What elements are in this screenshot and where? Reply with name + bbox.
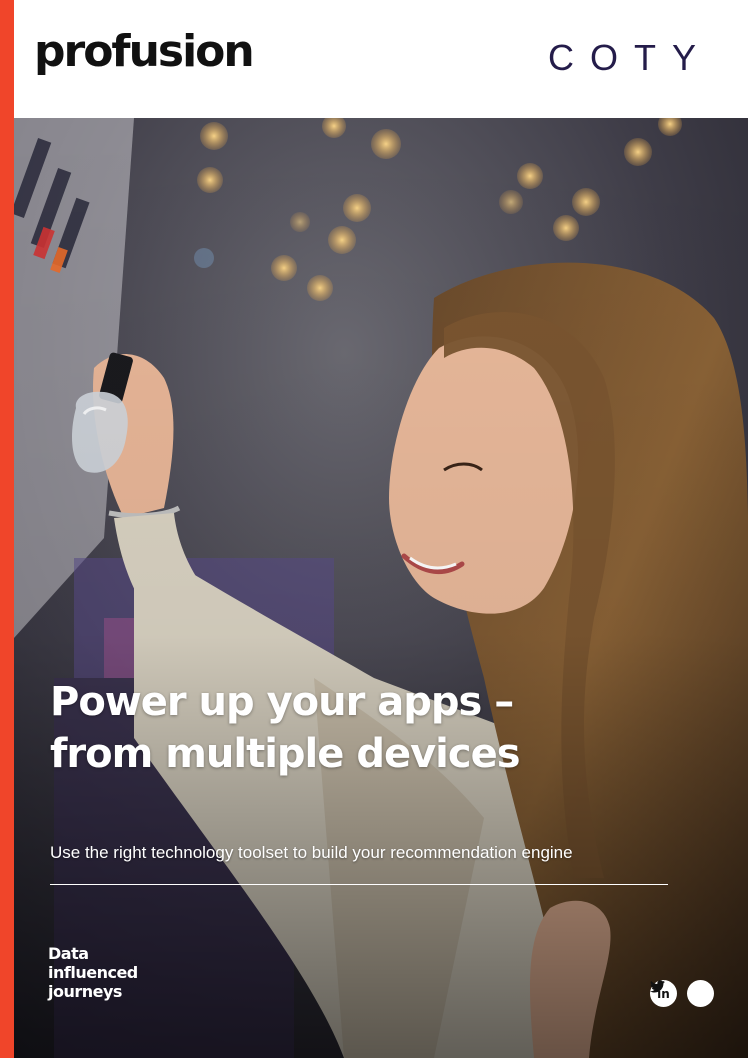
headline-line-2: from multiple devices xyxy=(50,731,521,777)
tagline-line-1: Data xyxy=(48,944,89,963)
hero-photo xyxy=(14,118,748,1058)
headline-line-1: Power up your apps – xyxy=(50,679,514,725)
profusion-logo: profusion xyxy=(34,26,255,77)
twitter-icon[interactable] xyxy=(650,980,714,1007)
accent-bar xyxy=(0,0,14,1058)
twitter-bird-icon xyxy=(650,980,665,993)
coty-logo: COTY xyxy=(547,37,712,78)
tagline-line-3: journeys xyxy=(48,982,122,1001)
tagline: Data influenced journeys xyxy=(48,944,138,1001)
header: profusion COTY xyxy=(14,0,748,118)
tagline-line-2: influenced xyxy=(48,963,138,982)
social-links: in xyxy=(650,980,714,1007)
brochure-cover: profusion COTY Power up your apps – from… xyxy=(0,0,748,1058)
headline: Power up your apps – from multiple devic… xyxy=(50,676,690,780)
divider xyxy=(50,884,668,885)
hero-image: Power up your apps – from multiple devic… xyxy=(14,118,748,1058)
subheadline: Use the right technology toolset to buil… xyxy=(50,843,573,862)
